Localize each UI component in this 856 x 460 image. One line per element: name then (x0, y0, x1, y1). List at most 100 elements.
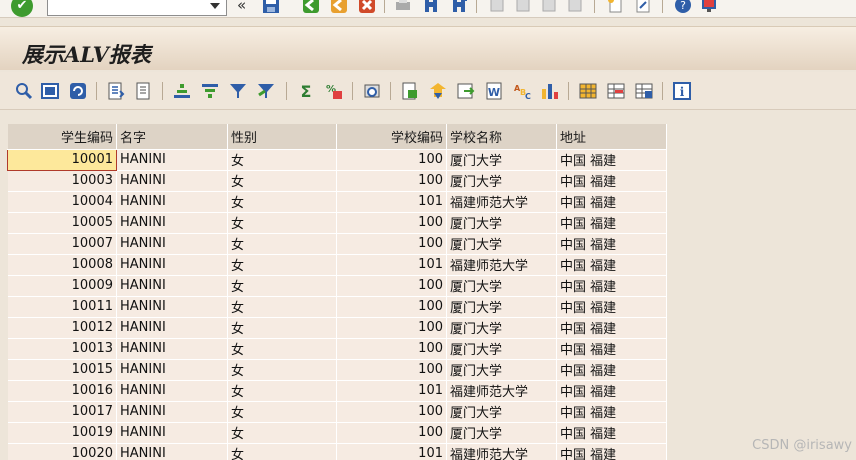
cell-address[interactable]: 中国 福建 (556, 380, 667, 402)
table-row[interactable]: 10004 HANINI 女 101 福建师范大学 中国 福建 (7, 191, 667, 213)
filter-icon[interactable] (228, 81, 248, 101)
cell-address[interactable]: 中国 福建 (556, 338, 667, 360)
choose-layout-icon[interactable] (578, 81, 598, 101)
cell-gender[interactable]: 女 (227, 317, 337, 339)
cell-name[interactable]: HANINI (116, 233, 228, 255)
cell-gender[interactable]: 女 (227, 422, 337, 444)
cell-address[interactable]: 中国 福建 (556, 359, 667, 381)
save-icon[interactable] (262, 0, 280, 14)
graphic-icon[interactable] (540, 81, 560, 101)
sort-ascending-icon[interactable] (172, 81, 192, 101)
table-row[interactable]: 10020 HANINI 女 101 福建师范大学 中国 福建 (7, 443, 667, 460)
cell-name[interactable]: HANINI (116, 212, 228, 234)
chevron-down-icon[interactable] (210, 3, 220, 9)
cell-school-code[interactable]: 100 (336, 275, 447, 297)
send-icon[interactable] (428, 81, 448, 101)
column-header-address[interactable]: 地址 (556, 124, 667, 150)
cell-name[interactable]: HANINI (116, 275, 228, 297)
cell-gender[interactable]: 女 (227, 212, 337, 234)
table-row[interactable]: 10009 HANINI 女 100 厦门大学 中国 福建 (7, 275, 667, 297)
column-header-school-code[interactable]: 学校编码 (336, 124, 447, 150)
cell-school-code[interactable]: 100 (336, 338, 447, 360)
cell-school-name[interactable]: 福建师范大学 (446, 191, 557, 213)
cell-address[interactable]: 中国 福建 (556, 170, 667, 192)
cell-school-name[interactable]: 厦门大学 (446, 170, 557, 192)
cell-school-name[interactable]: 福建师范大学 (446, 443, 557, 460)
subtotal-icon[interactable]: % (324, 81, 344, 101)
cell-gender[interactable]: 女 (227, 254, 337, 276)
table-row[interactable]: 10008 HANINI 女 101 福建师范大学 中国 福建 (7, 254, 667, 276)
change-layout-icon[interactable] (606, 81, 626, 101)
cell-gender[interactable]: 女 (227, 401, 337, 423)
column-header-student-code[interactable]: 学生编码 (7, 124, 117, 150)
cell-gender[interactable]: 女 (227, 275, 337, 297)
cell-school-code[interactable]: 100 (336, 359, 447, 381)
cell-school-code[interactable]: 100 (336, 401, 447, 423)
sort-descending-icon[interactable] (200, 81, 220, 101)
cell-name[interactable]: HANINI (116, 443, 228, 460)
find-icon[interactable] (422, 0, 440, 14)
cell-gender[interactable]: 女 (227, 338, 337, 360)
information-icon[interactable]: i (672, 81, 692, 101)
cell-school-name[interactable]: 厦门大学 (446, 317, 557, 339)
save-layout-icon[interactable] (634, 81, 654, 101)
table-row[interactable]: 10003 HANINI 女 100 厦门大学 中国 福建 (7, 170, 667, 192)
column-header-name[interactable]: 名字 (116, 124, 228, 150)
cell-school-code[interactable]: 101 (336, 191, 447, 213)
check-icon[interactable] (106, 81, 126, 101)
table-row[interactable]: 10019 HANINI 女 100 厦门大学 中国 福建 (7, 422, 667, 444)
cell-school-code[interactable]: 101 (336, 254, 447, 276)
cell-address[interactable]: 中国 福建 (556, 254, 667, 276)
cell-name[interactable]: HANINI (116, 380, 228, 402)
column-header-school-name[interactable]: 学校名称 (446, 124, 557, 150)
cell-address[interactable]: 中国 福建 (556, 212, 667, 234)
back-icon[interactable] (302, 0, 320, 14)
cell-address[interactable]: 中国 福建 (556, 443, 667, 460)
cell-name[interactable]: HANINI (116, 149, 228, 171)
cell-address[interactable]: 中国 福建 (556, 191, 667, 213)
cell-school-code[interactable]: 100 (336, 170, 447, 192)
layout-menu-icon[interactable] (700, 0, 718, 14)
next-page-icon[interactable] (540, 0, 558, 14)
local-file-icon[interactable] (456, 81, 476, 101)
previous-page-icon[interactable] (514, 0, 532, 14)
cell-name[interactable]: HANINI (116, 338, 228, 360)
cell-name[interactable]: HANINI (116, 422, 228, 444)
cell-school-name[interactable]: 厦门大学 (446, 233, 557, 255)
table-row[interactable]: 10013 HANINI 女 100 厦门大学 中国 福建 (7, 338, 667, 360)
cell-gender[interactable]: 女 (227, 443, 337, 460)
cell-student-code[interactable]: 10020 (7, 443, 117, 460)
table-row[interactable]: 10011 HANINI 女 100 厦门大学 中国 福建 (7, 296, 667, 318)
table-row[interactable]: 10016 HANINI 女 101 福建师范大学 中国 福建 (7, 380, 667, 402)
cell-student-code[interactable]: 10019 (7, 422, 117, 444)
cell-school-name[interactable]: 厦门大学 (446, 359, 557, 381)
cell-gender[interactable]: 女 (227, 296, 337, 318)
cell-student-code[interactable]: 10003 (7, 170, 117, 192)
command-field[interactable] (47, 0, 227, 16)
cell-address[interactable]: 中国 福建 (556, 296, 667, 318)
table-row[interactable]: 10017 HANINI 女 100 厦门大学 中国 福建 (7, 401, 667, 423)
table-row[interactable]: 10007 HANINI 女 100 厦门大学 中国 福建 (7, 233, 667, 255)
column-header-gender[interactable]: 性别 (227, 124, 337, 150)
cell-address[interactable]: 中国 福建 (556, 317, 667, 339)
cell-name[interactable]: HANINI (116, 254, 228, 276)
cancel-icon[interactable] (358, 0, 376, 14)
help-icon[interactable]: ? (674, 0, 692, 14)
cell-name[interactable]: HANINI (116, 317, 228, 339)
cell-gender[interactable]: 女 (227, 233, 337, 255)
cell-school-name[interactable]: 厦门大学 (446, 296, 557, 318)
cell-address[interactable]: 中国 福建 (556, 422, 667, 444)
enter-icon[interactable]: ✔ (11, 0, 33, 17)
cell-student-code[interactable]: 10013 (7, 338, 117, 360)
cell-address[interactable]: 中国 福建 (556, 233, 667, 255)
cell-gender[interactable]: 女 (227, 359, 337, 381)
print-preview-icon[interactable] (362, 81, 382, 101)
exit-icon[interactable] (330, 0, 348, 14)
cell-school-name[interactable]: 厦门大学 (446, 275, 557, 297)
abc-analysis-icon[interactable]: A BC (512, 81, 532, 101)
cell-gender[interactable]: 女 (227, 380, 337, 402)
cell-address[interactable]: 中国 福建 (556, 275, 667, 297)
cell-school-name[interactable]: 厦门大学 (446, 338, 557, 360)
cell-school-name[interactable]: 厦门大学 (446, 149, 557, 171)
select-all-icon[interactable] (40, 81, 60, 101)
